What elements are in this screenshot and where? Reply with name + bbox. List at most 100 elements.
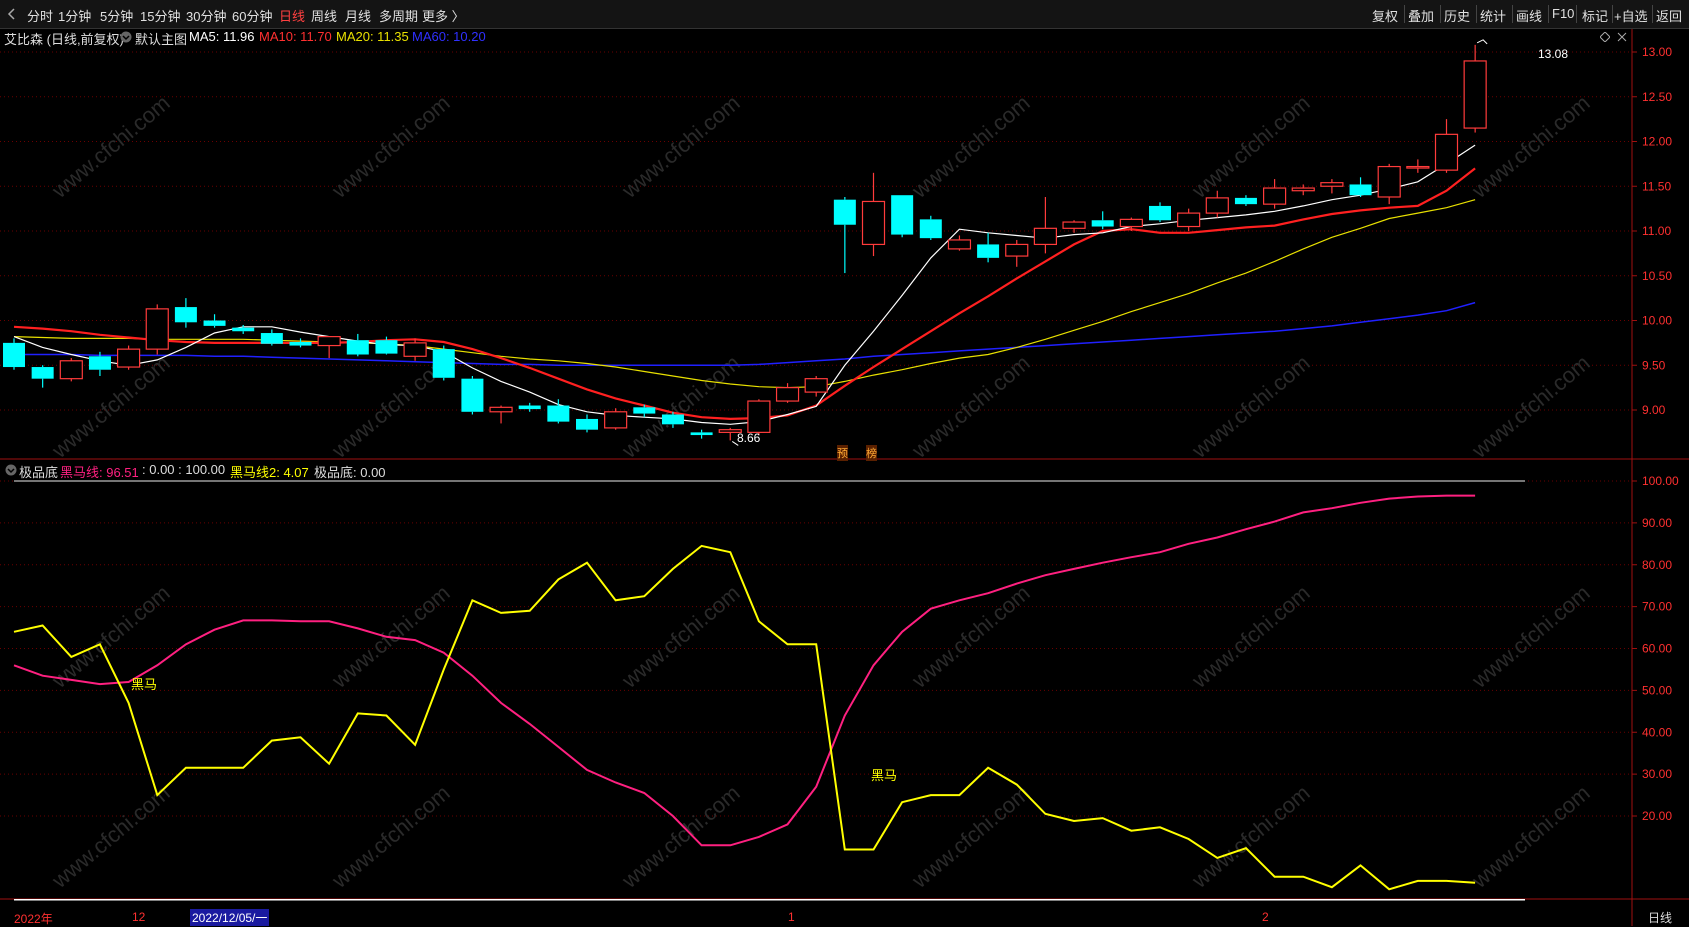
candle-body: [174, 307, 197, 323]
template-name[interactable]: 默认主图: [135, 29, 187, 48]
indicator-tick-label: 60.00: [1642, 642, 1672, 656]
candle-body: [317, 336, 341, 347]
mark-button[interactable]: 标记: [1582, 6, 1608, 25]
heima2-value: 黑马线2: 4.07: [230, 465, 309, 480]
stats-button[interactable]: 统计: [1480, 6, 1506, 25]
candle: [3, 338, 25, 370]
event-tag[interactable]: 榜: [866, 445, 877, 461]
candle: [775, 383, 800, 403]
ma5-label: MA5: 11.96: [189, 29, 255, 44]
tab-60min[interactable]: 60分钟: [232, 6, 272, 25]
candle-body: [1349, 184, 1372, 196]
diamond-icon[interactable]: [1600, 32, 1610, 42]
candle-body: [947, 239, 972, 250]
signal-label: 黑马: [871, 768, 898, 783]
stock-title: 艾比森 (日线,前复权): [4, 32, 124, 47]
period-indicator: 日线: [1648, 911, 1673, 925]
ma20-label: MA20: 11.35: [336, 29, 409, 44]
watermark-text: www.cfchi.com: [1186, 580, 1314, 693]
candle-body: [289, 341, 312, 346]
draw-button[interactable]: 画线: [1516, 6, 1542, 25]
candle: [1234, 195, 1257, 206]
low-price-label: 8.66: [737, 431, 761, 445]
candle: [919, 215, 942, 240]
indicator-tick-label: 100.00: [1642, 474, 1679, 488]
chevron-left-icon[interactable]: [6, 7, 18, 21]
tab-multi-period[interactable]: 多周期: [379, 6, 418, 25]
candle-body: [1406, 165, 1430, 169]
range-value: : 0.00 : 100.00: [142, 462, 226, 477]
candle: [1434, 119, 1459, 173]
candle-body: [547, 405, 570, 422]
candle-body: [489, 406, 513, 413]
candle-body: [1234, 197, 1257, 205]
candle-body: [260, 333, 283, 344]
ma60-label: MA60: 10.20: [412, 29, 486, 44]
candle-body: [1177, 212, 1201, 228]
f10-button[interactable]: F10: [1552, 6, 1574, 21]
candle: [432, 345, 455, 381]
candle: [1005, 239, 1029, 267]
tab-5min[interactable]: 5分钟: [100, 6, 133, 25]
close-icon[interactable]: [1617, 32, 1627, 42]
xaxis-label: 2: [1262, 910, 1269, 924]
chevron-down-icon[interactable]: [5, 464, 17, 476]
indicator-name[interactable]: 极品底: [19, 462, 58, 481]
candle: [31, 365, 54, 388]
candle-body: [1320, 182, 1344, 187]
candle-body: [804, 378, 828, 393]
tab-weekly[interactable]: 周线: [311, 6, 337, 25]
indicator-tick-label: 20.00: [1642, 809, 1672, 823]
candle-body: [604, 411, 628, 429]
tab-30min[interactable]: 30分钟: [186, 6, 226, 25]
tab-monthly[interactable]: 月线: [345, 6, 371, 25]
event-tag[interactable]: 预: [837, 445, 848, 461]
tab-more[interactable]: 更多 〉: [422, 6, 465, 25]
xaxis-label: 1: [788, 910, 795, 924]
candle-body: [1463, 60, 1487, 129]
ma10-label: MA10: 11.70: [259, 29, 332, 44]
tab-1min[interactable]: 1分钟: [58, 6, 91, 25]
heima-value: 黑马线: 96.51: [60, 465, 139, 480]
fuquan-button[interactable]: 复权: [1372, 6, 1398, 25]
candle-body: [31, 367, 54, 379]
crosshair-date: 2022/12/05/一: [190, 909, 270, 926]
candle-body: [1005, 243, 1029, 257]
jipindi-value: 极品底: 0.00: [314, 465, 386, 480]
candle: [346, 333, 369, 357]
candle-body: [833, 199, 856, 225]
ma5-line: [13, 144, 1476, 425]
indicator-tick-label: 70.00: [1642, 600, 1672, 614]
candle: [489, 405, 513, 424]
candle: [1262, 179, 1287, 209]
candle-body: [346, 340, 369, 355]
price-tick-label: 13.00: [1642, 45, 1672, 59]
candle: [518, 402, 541, 412]
watermark-text: www.cfchi.com: [616, 350, 744, 463]
candle-body: [633, 407, 656, 414]
history-button[interactable]: 历史: [1444, 6, 1470, 25]
candle-body: [461, 378, 484, 412]
heima-line: [13, 494, 1476, 847]
candle: [1062, 220, 1086, 233]
candle-body: [1033, 227, 1058, 246]
tab-daily[interactable]: 日线: [279, 6, 305, 25]
back-button[interactable]: 返回: [1656, 6, 1682, 25]
chevron-down-icon[interactable]: [120, 31, 132, 43]
candle-body: [375, 340, 398, 354]
candle-body: [919, 219, 942, 239]
add-watchlist-button[interactable]: +自选: [1614, 6, 1648, 25]
indicator-tick-label: 40.00: [1642, 725, 1672, 739]
candle: [1091, 211, 1114, 230]
tab-fenshi[interactable]: 分时: [27, 6, 53, 25]
candle: [174, 298, 197, 328]
candle-body: [88, 356, 111, 370]
overlay-button[interactable]: 叠加: [1408, 6, 1434, 25]
tab-15min[interactable]: 15分钟: [140, 6, 180, 25]
candle-body: [690, 432, 713, 436]
candle: [1291, 184, 1315, 196]
candle-body: [661, 414, 684, 425]
indicator-tick-label: 30.00: [1642, 767, 1672, 781]
candle-body: [1205, 197, 1229, 214]
candle-body: [576, 418, 598, 430]
